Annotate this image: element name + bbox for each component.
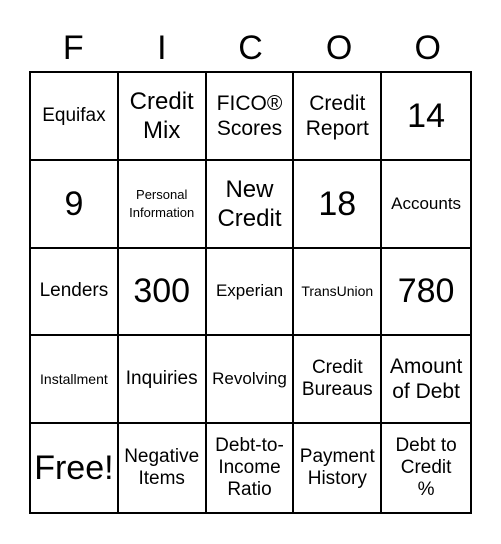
bingo-cell-line: % <box>417 479 435 501</box>
bingo-cell-line: Negative <box>124 446 200 468</box>
bingo-cell-line: of Debt <box>392 380 460 404</box>
bingo-cell-text: Credit Report <box>306 91 369 141</box>
bingo-cell-text: Negative Items <box>124 446 199 490</box>
bingo-cell-text: Personal Information <box>129 186 194 222</box>
bingo-cell[interactable]: Negative Items <box>119 424 207 512</box>
bingo-grid: Equifax Credit Mix FICO® Scores Credit Report 1… <box>29 71 472 514</box>
bingo-cell-line: Income <box>218 457 281 479</box>
header-letter: O <box>414 29 441 67</box>
bingo-cell-text: Accounts <box>391 194 461 214</box>
bingo-cell-text: Debt-to- Income Ratio <box>215 435 284 501</box>
bingo-cell[interactable]: 18 <box>294 160 383 249</box>
bingo-cell[interactable]: FICO® Scores <box>206 73 295 161</box>
bingo-cell[interactable]: 14 <box>382 73 470 161</box>
bingo-cell-line: TransUnion <box>301 283 374 300</box>
bingo-cell-line: Report <box>305 116 369 140</box>
bingo-cell[interactable]: Lenders <box>31 248 119 337</box>
bingo-cell-line: Credit <box>309 91 366 115</box>
bingo-cell[interactable]: Free! <box>31 424 119 512</box>
bingo-cell-line: Bureaus <box>301 379 373 401</box>
header-letter: I <box>157 29 167 67</box>
bingo-cell[interactable]: Revolving <box>206 336 295 425</box>
bingo-cell[interactable]: Debt-to- Income Ratio <box>207 424 295 512</box>
bingo-cell-line: Credit <box>217 204 282 232</box>
bingo-cell-line: Accounts <box>391 193 462 213</box>
bingo-cell[interactable]: Credit Bureaus <box>294 336 383 425</box>
bingo-cell[interactable]: Payment History <box>294 424 383 512</box>
bingo-cell[interactable]: Installment <box>31 336 119 425</box>
bingo-cell[interactable]: Credit Mix <box>118 73 207 161</box>
bingo-cell-line: Credit <box>311 357 363 379</box>
bingo-cell-text: Installment <box>40 370 108 388</box>
bingo-cell-text: Debt to Credit% <box>395 435 456 501</box>
bingo-cell-line: 9 <box>64 184 84 223</box>
header-letter: F <box>62 29 84 67</box>
bingo-cell-text: 780 <box>398 273 455 309</box>
bingo-cell-text: Lenders <box>40 280 109 302</box>
bingo-cell-text: TransUnion <box>301 282 373 300</box>
bingo-cell-text: New Credit <box>217 175 281 233</box>
bingo-cell-line: Installment <box>40 371 108 388</box>
bingo-cell-text: FICO® Scores <box>217 91 283 141</box>
bingo-cell-line: Credit <box>129 87 194 115</box>
bingo-cell-line: Revolving <box>212 369 287 389</box>
bingo-cell-line: Payment <box>299 446 375 468</box>
bingo-cell-text: Equifax <box>42 105 105 127</box>
bingo-cell[interactable]: TransUnion <box>294 248 383 337</box>
bingo-cell-line: Inquiries <box>125 368 198 390</box>
bingo-cell-line: Information <box>129 204 195 220</box>
bingo-cell[interactable]: Accounts <box>382 161 470 249</box>
bingo-cell-text: 14 <box>407 98 445 134</box>
bingo-cell-line: Items <box>138 468 185 490</box>
bingo-cell-text: Experian <box>216 281 283 301</box>
bingo-cell-line: Lenders <box>39 280 109 302</box>
bingo-cell-line: Free! <box>34 449 114 488</box>
bingo-cell-text: Credit Mix <box>130 87 194 145</box>
header-letter: C <box>238 29 263 67</box>
bingo-cell-line: Scores <box>216 116 283 140</box>
bingo-cell[interactable]: Debt to Credit% <box>382 424 470 512</box>
bingo-cell-line: FICO® <box>216 91 283 115</box>
bingo-cell[interactable]: Amount of Debt <box>382 336 470 425</box>
bingo-cell[interactable]: Inquiries <box>118 336 207 425</box>
bingo-cell-text: Inquiries <box>126 368 198 390</box>
bingo-cell-line: 780 <box>397 272 455 311</box>
bingo-cell-text: Payment History <box>300 446 375 490</box>
bingo-cell-line: Debt to <box>395 435 457 457</box>
bingo-cell-line: Debt-to- <box>215 435 284 457</box>
bingo-cell-line: Experian <box>215 281 284 301</box>
bingo-cell-text: 18 <box>318 186 356 222</box>
bingo-cell-line: Equifax <box>42 104 106 126</box>
bingo-cell-text: 300 <box>133 273 190 309</box>
bingo-cell-line: New <box>225 175 274 203</box>
bingo-cell-line: Ratio <box>227 479 272 501</box>
bingo-cell-text: Revolving <box>212 369 287 389</box>
bingo-header: F I C O O <box>29 26 472 70</box>
bingo-cell[interactable]: Personal Information <box>118 160 207 249</box>
bingo-cell-line: Personal <box>136 186 188 202</box>
bingo-cell-line: 18 <box>318 184 357 223</box>
bingo-cell-line: 14 <box>407 96 445 135</box>
bingo-cell[interactable]: 9 <box>31 160 119 249</box>
bingo-cell[interactable]: Equifax <box>31 73 119 161</box>
bingo-cell-text: Credit Bureaus <box>302 357 373 401</box>
bingo-cell[interactable]: New Credit <box>206 160 295 249</box>
bingo-cell-line: History <box>307 468 367 490</box>
bingo-cell[interactable]: Experian <box>206 248 295 337</box>
bingo-cell-line: Credit <box>400 457 452 479</box>
bingo-cell-line: Mix <box>143 116 181 144</box>
bingo-cell-text: 9 <box>64 186 83 222</box>
bingo-cell-text: Free! <box>34 450 113 486</box>
bingo-cell[interactable]: Credit Report <box>294 73 383 161</box>
bingo-cell-line: 300 <box>133 272 191 311</box>
bingo-cell-text: Amount of Debt <box>390 354 462 404</box>
bingo-cell[interactable]: 780 <box>382 249 470 337</box>
bingo-cell[interactable]: 300 <box>118 248 207 337</box>
header-letter: O <box>325 29 353 67</box>
bingo-cell-line: Amount <box>389 355 463 379</box>
